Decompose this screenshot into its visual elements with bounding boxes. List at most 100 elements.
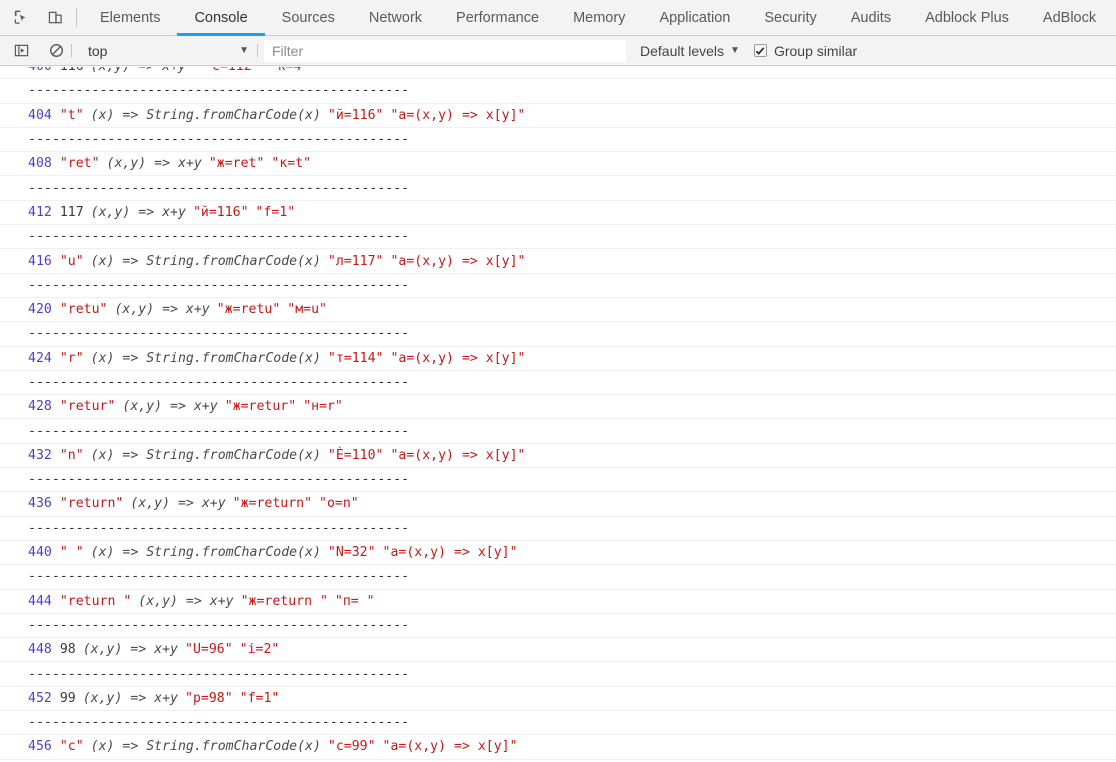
- log-string-value: "return": [59, 496, 124, 512]
- console-log-row[interactable]: 440 " " (x) => String.fromCharCode(x) "N=32…: [0, 541, 1116, 566]
- log-line-number: 456: [28, 739, 52, 755]
- console-separator-row: ----------------------------------------…: [0, 79, 1116, 104]
- tab-security[interactable]: Security: [747, 0, 833, 35]
- tab-memory[interactable]: Memory: [556, 0, 642, 35]
- log-function-value: (x,y) => x+y: [82, 690, 178, 706]
- tabbar-tool-icons: [0, 0, 74, 35]
- log-string-value: "п= ": [334, 593, 375, 609]
- log-function-value: (x) => String.fromCharCode(x): [90, 253, 321, 269]
- console-separator-row: ----------------------------------------…: [0, 128, 1116, 153]
- log-line-number: 400: [28, 67, 52, 74]
- log-line-number: 428: [28, 399, 52, 415]
- chevron-down-icon: ▼: [239, 44, 249, 56]
- console-separator-row: ----------------------------------------…: [0, 371, 1116, 396]
- execution-context-selector[interactable]: top ▼: [80, 40, 255, 62]
- tab-sources[interactable]: Sources: [265, 0, 352, 35]
- console-log-row[interactable]: 424 "r" (x) => String.fromCharCode(x) "т=11…: [0, 347, 1116, 371]
- inspect-element-icon[interactable]: [8, 5, 34, 31]
- log-function-value: (x) => String.fromCharCode(x): [90, 739, 321, 755]
- log-string-value: "retur": [59, 399, 116, 415]
- log-function-value: (x,y) => x+y: [91, 67, 186, 74]
- tab-label: Application: [659, 9, 731, 26]
- group-similar-toggle[interactable]: Group similar: [753, 43, 857, 59]
- console-log-row[interactable]: 452 99 (x,y) => x+y "p=98" "f=1": [0, 687, 1116, 712]
- console-log-row[interactable]: 428 "retur" (x,y) => x+y "ж=retur" "н=r": [0, 395, 1116, 420]
- log-function-value: (x,y) => x+y: [90, 204, 186, 220]
- log-string-value: "л=117": [327, 253, 384, 269]
- log-string-value: " ": [59, 545, 84, 561]
- tabbar-divider: [76, 8, 77, 27]
- log-string-value: "r": [59, 350, 84, 366]
- log-string-value: "м=u": [287, 302, 327, 318]
- separator-text: ----------------------------------------…: [28, 132, 410, 148]
- tab-console[interactable]: Console: [177, 0, 265, 36]
- console-separator-row: ----------------------------------------…: [0, 176, 1116, 201]
- console-log-row[interactable]: 432 "n" (x) => String.fromCharCode(x) "È=11…: [0, 444, 1116, 469]
- separator-text: ----------------------------------------…: [28, 180, 410, 196]
- separator-text: ----------------------------------------…: [28, 277, 410, 293]
- console-log-row[interactable]: 416 "u" (x) => String.fromCharCode(x) "л=11…: [0, 249, 1116, 274]
- tab-label: AdBlock: [1042, 9, 1097, 26]
- tab-performance[interactable]: Performance: [439, 0, 556, 35]
- log-line-number: 444: [28, 593, 52, 609]
- separator-text: ----------------------------------------…: [28, 229, 410, 245]
- separator-text: ----------------------------------------…: [28, 666, 410, 682]
- tab-network[interactable]: Network: [352, 0, 439, 35]
- log-line-number: 424: [28, 350, 52, 366]
- separator-text: ----------------------------------------…: [28, 520, 410, 536]
- log-string-value: "ж=ret": [208, 156, 265, 172]
- separator-text: ----------------------------------------…: [28, 472, 410, 488]
- devtools-tabs: Elements Console Sources Network Perform…: [83, 0, 1113, 36]
- console-log-row[interactable]: 456 "c" (x) => String.fromCharCode(x) "c=99…: [0, 735, 1116, 760]
- group-similar-checkbox[interactable]: [753, 44, 767, 57]
- tab-label: Network: [368, 9, 423, 26]
- console-separator-row: ----------------------------------------…: [0, 565, 1116, 590]
- clear-console-icon[interactable]: [43, 38, 69, 64]
- log-line-number: 436: [28, 496, 52, 512]
- console-log-area[interactable]: 400 116 (x,y) => x+y c=112 к=4 --------------…: [0, 67, 1116, 762]
- show-console-sidebar-icon[interactable]: [8, 38, 34, 64]
- separator-text: ----------------------------------------…: [28, 83, 410, 99]
- console-filter-bar: top ▼ Default levels ▼ Group similar: [0, 36, 1116, 66]
- tab-elements[interactable]: Elements: [83, 0, 177, 35]
- console-separator-row: ----------------------------------------…: [0, 517, 1116, 541]
- log-string-value: "a=(x,y) => x[y]": [390, 447, 526, 463]
- log-string-value: "c": [59, 739, 84, 755]
- tab-adblock-plus[interactable]: Adblock Plus: [908, 0, 1026, 35]
- log-string-value: "ж=return ": [240, 593, 328, 609]
- device-toolbar-icon[interactable]: [42, 5, 68, 31]
- console-log-row[interactable]: 404 "t" (x) => String.fromCharCode(x) "й=11…: [0, 104, 1116, 128]
- log-string-value: "н=r": [303, 399, 343, 415]
- console-log-row[interactable]: 408 "ret" (x,y) => x+y "ж=ret" "к=t": [0, 152, 1116, 177]
- console-log-row[interactable]: 444 "return " (x,y) => x+y "ж=return " "п= ": [0, 590, 1116, 614]
- console-log-row[interactable]: 448 98 (x,y) => x+y "U=96" "i=2": [0, 638, 1116, 663]
- separator-text: ----------------------------------------…: [28, 423, 410, 439]
- log-string-value: "a=(x,y) => x[y]": [390, 350, 526, 366]
- log-string-value: "n": [59, 447, 84, 463]
- console-log-row[interactable]: 400 116 (x,y) => x+y c=112 к=4: [0, 67, 1116, 80]
- log-number-value: 98: [59, 642, 76, 658]
- devtools-tabbar: Elements Console Sources Network Perform…: [0, 0, 1116, 36]
- log-number-value: 116: [60, 67, 84, 74]
- log-function-value: (x) => String.fromCharCode(x): [90, 107, 321, 123]
- console-log-row[interactable]: 436 "return" (x,y) => x+y "ж=return" "о=n": [0, 492, 1116, 517]
- log-string-value: "f=1": [255, 204, 296, 220]
- log-function-value: (x,y) => x+y: [114, 302, 210, 318]
- console-log-row[interactable]: 420 "retu" (x,y) => x+y "ж=retu" "м=u": [0, 298, 1116, 323]
- separator-text: ----------------------------------------…: [28, 326, 410, 342]
- tab-label: Audits: [850, 9, 892, 26]
- tab-audits[interactable]: Audits: [834, 0, 908, 35]
- log-line-number: 412: [28, 204, 52, 220]
- filter-input[interactable]: [264, 39, 626, 62]
- log-function-value: (x) => String.fromCharCode(x): [90, 350, 321, 366]
- log-levels-selector[interactable]: Default levels ▼: [640, 43, 740, 59]
- console-log-row[interactable]: 412 117 (x,y) => x+y "й=116" "f=1": [0, 201, 1116, 226]
- separator-text: ----------------------------------------…: [28, 375, 410, 390]
- tab-adblock[interactable]: AdBlock: [1026, 0, 1113, 35]
- tab-application[interactable]: Application: [642, 0, 747, 35]
- log-line-number: 420: [28, 302, 52, 318]
- filterbar-icons: [8, 38, 69, 64]
- log-string-value: "й=116": [327, 107, 384, 123]
- log-function-value: (x,y) => x+y: [138, 593, 234, 609]
- log-string-value: c=112: [212, 67, 252, 74]
